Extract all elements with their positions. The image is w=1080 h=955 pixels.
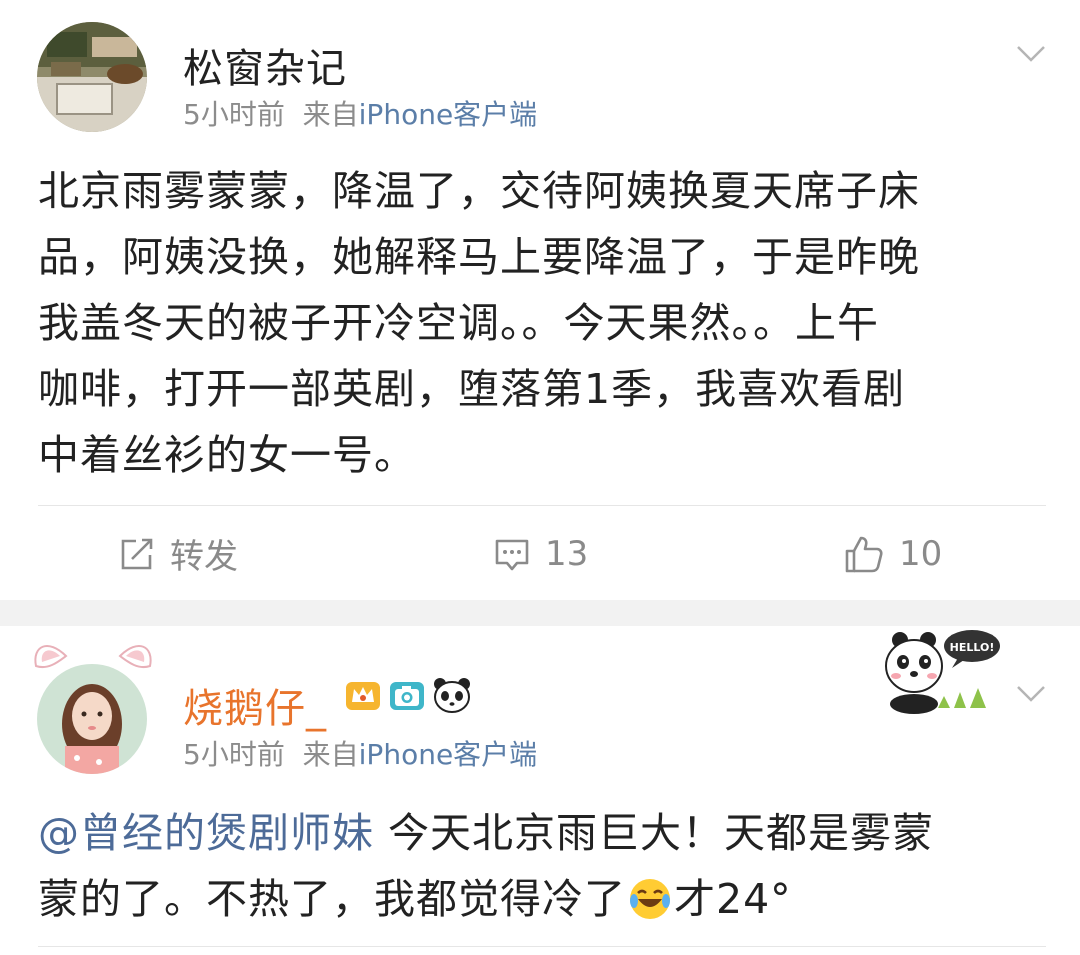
source-prefix: 来自 [302, 738, 359, 771]
panda-badge-icon[interactable] [432, 676, 472, 714]
crown-badge-icon[interactable] [344, 678, 382, 712]
content-text: 今天北京雨巨大！天都是雾蒙 [374, 809, 935, 857]
repost-icon [121, 538, 153, 569]
username[interactable]: 松窗杂记 [183, 36, 347, 94]
source-link[interactable]: iPhone客户端 [359, 738, 538, 771]
content-line: 咖啡，打开一部英剧，堕落第1季，我喜欢看剧 [38, 365, 906, 413]
source-link[interactable]: iPhone客户端 [359, 98, 538, 131]
action-bar: 转发 13 10 [38, 505, 1046, 601]
content-line: 品，阿姨没换，她解释马上要降温了，于是昨晚 [38, 233, 920, 281]
divider [38, 946, 1046, 947]
camera-badge-icon[interactable] [388, 678, 426, 712]
content-line: 中着丝衫的女一号。 [38, 431, 416, 479]
post-meta: 5小时前 来自iPhone客户端 [183, 93, 537, 133]
avatar[interactable] [37, 22, 147, 132]
panda-hello-sticker: HELLO! [885, 630, 1000, 714]
mention-link[interactable]: @曾经的煲剧师妹 [38, 809, 374, 857]
avatar[interactable] [37, 664, 147, 774]
comment-icon [495, 539, 529, 570]
timestamp: 5小时前 [183, 98, 285, 131]
content-line: @曾经的煲剧师妹 今天北京雨巨大！天都是雾蒙 [38, 800, 1048, 866]
comment-button[interactable]: 13 [493, 506, 588, 601]
source-prefix: 来自 [302, 98, 359, 131]
repost-button[interactable]: 转发 [118, 506, 238, 601]
content-line: 北京雨雾蒙蒙，降温了，交待阿姨换夏天席子床 [38, 167, 920, 215]
like-count: 10 [899, 533, 943, 574]
thumbs-up-icon [845, 536, 883, 572]
content-line: 我盖冬天的被子开冷空调。。今天果然。。上午 [38, 299, 879, 347]
timestamp: 5小时前 [183, 738, 285, 771]
username[interactable]: 烧鹅仔_ [183, 676, 327, 734]
chevron-down-icon[interactable] [1016, 678, 1046, 708]
post-separator [0, 600, 1080, 626]
content-text: 蒙的了。不热了，我都觉得冷了 [38, 875, 626, 923]
chevron-down-icon[interactable] [1016, 38, 1046, 68]
content-text: 才24° [674, 875, 792, 923]
post-meta: 5小时前 来自iPhone客户端 [183, 733, 537, 773]
like-button[interactable]: 10 [843, 506, 942, 601]
sticker-text: HELLO! [950, 641, 995, 654]
comment-count: 13 [545, 533, 589, 574]
content-line: 蒙的了。不热了，我都觉得冷了 才24° [38, 866, 1048, 932]
weibo-post: 松窗杂记 5小时前 来自iPhone客户端 北京雨雾蒙蒙，降温了，交待阿姨换夏天… [0, 0, 1080, 600]
repost-label: 转发 [170, 537, 238, 577]
laughing-tears-emoji-icon [630, 879, 670, 919]
weibo-post: 烧鹅仔_ 5小时前 来自iPhone客户端 HELLO! @曾经的煲剧师妹 今天… [0, 626, 1080, 955]
post-content: @曾经的煲剧师妹 今天北京雨巨大！天都是雾蒙 蒙的了。不热了，我都觉得冷了 才2… [38, 800, 1048, 932]
post-content: 北京雨雾蒙蒙，降温了，交待阿姨换夏天席子床 品，阿姨没换，她解释马上要降温了，于… [38, 158, 1048, 488]
